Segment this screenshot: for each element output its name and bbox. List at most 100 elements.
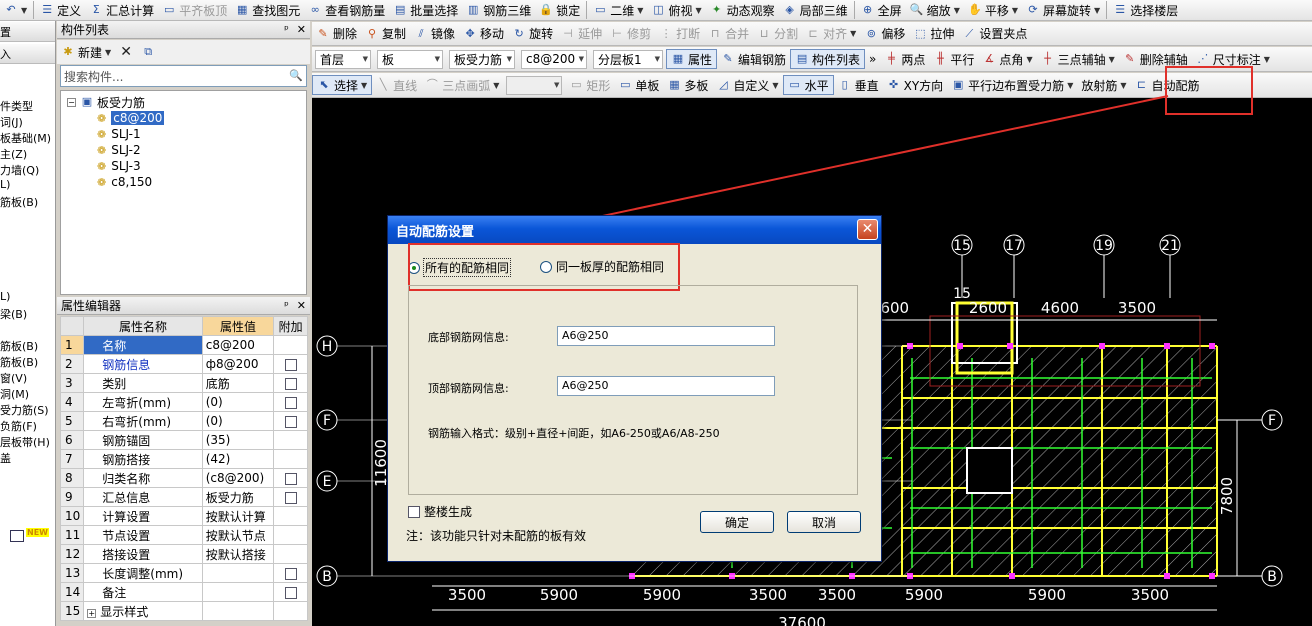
select-floor-button[interactable]: ☰ 选择楼层 [1109, 0, 1182, 20]
property-value[interactable]: 按默认节点 [201, 525, 275, 545]
break-button[interactable]: ⋮ 打断 [655, 24, 704, 44]
search-icon[interactable]: 🔍 [286, 69, 306, 83]
property-value[interactable]: (0) [201, 392, 275, 412]
mirror-button[interactable]: ⫽ 镜像 [410, 24, 459, 44]
property-row[interactable]: 9 汇总信息 板受力筋 [59, 487, 308, 507]
find-element-button[interactable]: ▦ 查找图元 [231, 0, 304, 20]
point-angle-dropdown[interactable]: ∡ 点角 ▼ [978, 49, 1036, 69]
move-button[interactable]: ✥ 移动 [459, 24, 508, 44]
property-value[interactable]: 板受力筋 [201, 487, 275, 507]
align-slab-top-button[interactable]: ▭ 平齐板顶 [158, 0, 231, 20]
tree-item[interactable]: ❁ c8,150 [67, 174, 306, 190]
tree-item[interactable]: ❁ SLJ-1 [67, 126, 306, 142]
property-row[interactable]: 12 搭接设置 按默认搭接 [59, 544, 308, 564]
attach-checkbox[interactable] [284, 472, 297, 485]
left-nav-item[interactable]: 筋板(B) [0, 194, 38, 210]
rebar-select[interactable]: c8@200 [521, 49, 587, 69]
left-nav-item[interactable]: 层板带(H) [0, 434, 50, 450]
arc-dropdown[interactable]: ⌒ 三点画弧 ▼ [421, 75, 503, 95]
attach-checkbox[interactable] [284, 415, 297, 428]
delete-button[interactable]: ✎ 删除 [312, 24, 361, 44]
property-row[interactable]: 10 计算设置 按默认计算 [59, 506, 308, 526]
set-grip-button[interactable]: ⟋ 设置夹点 [958, 24, 1031, 44]
single-slab-button[interactable]: ▭ 单板 [614, 75, 663, 95]
pan-dropdown[interactable]: ✋ 平移 ▼ [964, 0, 1022, 20]
left-nav-item[interactable]: 入 [0, 44, 55, 64]
left-nav-item[interactable]: 盖 [0, 450, 11, 466]
property-value[interactable]: ф8@200 [201, 354, 275, 374]
define-button[interactable]: ☰ 定义 [36, 0, 85, 20]
local-3d-button[interactable]: ◈ 局部三维 [779, 0, 852, 20]
align-dropdown[interactable]: ⊏ 对齐 ▼ [802, 24, 860, 44]
property-row[interactable]: 15 + 显示样式 [59, 601, 308, 621]
property-value[interactable] [201, 601, 275, 621]
view-rebar-qty-button[interactable]: ∞ 查看钢筋量 [304, 0, 389, 20]
left-nav-item[interactable]: 洞(M) [0, 386, 29, 402]
tree-item[interactable]: ❁ c8@200 [67, 110, 306, 126]
left-nav-item[interactable]: 梁(B) [0, 306, 27, 322]
close-icon[interactable]: ✕ [297, 299, 306, 312]
undo-button[interactable]: ↶ ▼ [0, 0, 31, 20]
zoom-dropdown[interactable]: 🔍 缩放 ▼ [906, 0, 964, 20]
property-value[interactable]: (42) [201, 449, 275, 469]
property-row[interactable]: 6 钢筋锚固 (35) [59, 430, 308, 450]
left-nav-item[interactable]: 负筋(F) [0, 418, 37, 434]
left-nav-item[interactable]: L) [0, 178, 10, 191]
batch-select-button[interactable]: ▤ 批量选择 [389, 0, 462, 20]
property-value[interactable]: c8@200 [201, 335, 275, 355]
line-button[interactable]: ╲ 直线 [372, 75, 421, 95]
parallel-axis-button[interactable]: ╫ 平行 [929, 49, 978, 69]
top-view-dropdown[interactable]: ◫ 俯视 ▼ [647, 0, 705, 20]
edit-rebar-button[interactable]: ✎ 编辑钢筋 [717, 49, 790, 69]
property-value[interactable]: (c8@200) [201, 468, 275, 488]
copy-button[interactable]: ⚲ 复制 [361, 24, 410, 44]
left-nav-item[interactable]: 筋板(B) [0, 338, 38, 354]
left-nav-item[interactable]: 筋板(B) [0, 354, 38, 370]
property-value[interactable]: (35) [201, 430, 275, 450]
left-nav-item[interactable]: 窗(V) [0, 370, 27, 386]
left-nav-item[interactable]: 主(Z) [0, 146, 27, 162]
property-value[interactable]: (0) [201, 411, 275, 431]
dialog-close-button[interactable]: ✕ [857, 219, 878, 240]
component-list-button[interactable]: ▤ 构件列表 [790, 49, 866, 69]
left-nav-item[interactable]: 词(J) [0, 114, 23, 130]
left-nav-item[interactable]: 力墙(Q) [0, 162, 39, 178]
pin-icon[interactable]: ᵖ [284, 23, 289, 36]
radial-rebar-dropdown[interactable]: 放射筋 ▼ [1077, 75, 1130, 95]
select-button[interactable]: ⬉ 选择 ▼ [312, 75, 373, 95]
attach-checkbox[interactable] [284, 491, 297, 504]
type-select[interactable]: 板受力筋 [449, 49, 515, 69]
merge-button[interactable]: ⊓ 合并 [704, 24, 753, 44]
left-nav-item[interactable]: 件类型 [0, 98, 33, 114]
new-component-button[interactable]: ✱ 新建 ▼ [61, 42, 111, 62]
bottom-rebar-input[interactable]: A6@250 [557, 326, 775, 346]
property-value[interactable] [201, 582, 275, 602]
attach-checkbox[interactable] [284, 567, 297, 580]
horizontal-button[interactable]: ▭ 水平 [782, 75, 834, 95]
parallel-edge-rebar-button[interactable]: ▣ 平行边布置受力筋 ▼ [947, 75, 1077, 95]
rotate-button[interactable]: ↻ 旋转 [508, 24, 557, 44]
attach-checkbox[interactable] [284, 377, 297, 390]
left-nav-item[interactable]: 置 [0, 22, 55, 42]
arc-param-select[interactable] [506, 75, 563, 95]
attach-checkbox[interactable] [284, 358, 297, 371]
rectangle-button[interactable]: ▭ 矩形 [565, 75, 614, 95]
three-point-axis-dropdown[interactable]: ┼ 三点辅轴 ▼ [1037, 49, 1119, 69]
cancel-button[interactable]: 取消 [787, 511, 861, 533]
rebar-3d-button[interactable]: ▥ 钢筋三维 [462, 0, 535, 20]
whole-building-checkbox[interactable]: 整楼生成 [408, 503, 472, 520]
property-value[interactable]: 按默认搭接 [201, 544, 275, 564]
property-value[interactable]: 底筋 [201, 373, 275, 393]
property-row[interactable]: 1 名称 c8@200 [59, 335, 308, 355]
vertical-button[interactable]: ▯ 垂直 [834, 75, 883, 95]
category-select[interactable]: 板 [377, 49, 443, 69]
tree-root[interactable]: − ▣ 板受力筋 [67, 94, 306, 110]
left-nav-item[interactable]: 板基础(M) [0, 130, 51, 146]
dynamic-observe-button[interactable]: ✦ 动态观察 [706, 0, 779, 20]
screen-rotate-dropdown[interactable]: ⟳ 屏幕旋转 ▼ [1022, 0, 1104, 20]
component-search-input[interactable]: 搜索构件... [61, 68, 286, 85]
more-chevron-icon[interactable]: » [865, 49, 880, 69]
xy-direction-button[interactable]: ✜ XY方向 [883, 75, 948, 95]
offset-button[interactable]: ⊚ 偏移 [860, 24, 909, 44]
collapse-icon[interactable]: − [67, 97, 76, 107]
